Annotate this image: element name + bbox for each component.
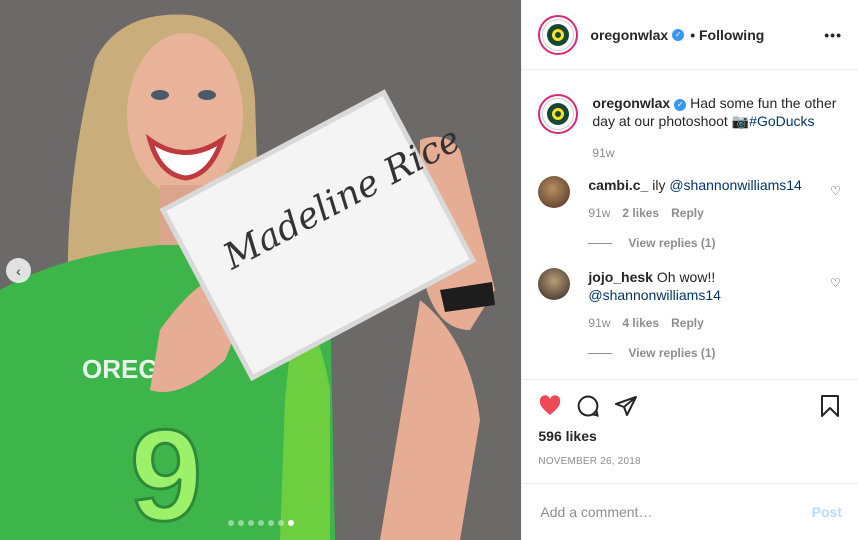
heart-filled-icon[interactable] <box>538 394 562 418</box>
carousel-indicator <box>0 520 521 526</box>
reply-button[interactable]: Reply <box>671 316 704 330</box>
comment-item: jojo_hesk Oh wow!! @shannonwilliams14 91… <box>538 268 842 332</box>
comment-text: Oh wow!! <box>656 269 716 285</box>
post-button[interactable]: Post <box>812 504 842 520</box>
header-username[interactable]: oregonwlax <box>590 27 668 43</box>
comment-item: cambi.c_ ily @shannonwilliams14 91w 2 lik… <box>538 176 842 222</box>
comment-input[interactable] <box>538 503 812 521</box>
comment-likes[interactable]: 2 likes <box>622 206 659 220</box>
share-icon[interactable] <box>614 394 638 418</box>
chevron-left-icon: ‹ <box>16 262 21 279</box>
reply-button[interactable]: Reply <box>671 206 704 220</box>
verified-badge-icon: ✓ <box>674 99 687 111</box>
caption: oregonwlax ✓ Had some fun the other day a… <box>538 94 842 162</box>
post-actions: 596 likes NOVEMBER 26, 2018 <box>522 379 858 483</box>
more-horizontal-icon[interactable]: ••• <box>824 27 842 43</box>
view-replies-button[interactable]: View replies (1) <box>588 346 842 360</box>
post-media[interactable]: OREGON 9 Madeline Rice ‹ <box>0 0 522 540</box>
comment-time[interactable]: 91w <box>588 316 610 330</box>
carousel-dot <box>278 520 284 526</box>
carousel-dot <box>238 520 244 526</box>
following-button[interactable]: • Following <box>690 27 764 43</box>
mention-link[interactable]: @shannonwilliams14 <box>669 177 802 193</box>
post-photo: OREGON 9 Madeline Rice <box>0 0 522 540</box>
carousel-dot <box>248 520 254 526</box>
carousel-dot <box>288 520 294 526</box>
post-sidebar: oregonwlax ✓ • Following ••• oregonwlax ✓… <box>521 0 858 540</box>
carousel-dot <box>258 520 264 526</box>
carousel-dot <box>228 520 234 526</box>
oregon-logo-icon <box>547 23 570 46</box>
comment-text: ily <box>652 177 666 193</box>
avatar[interactable] <box>538 14 579 55</box>
add-comment-bar: Post <box>522 483 858 540</box>
oregon-logo-icon <box>547 103 570 125</box>
mention-link[interactable]: @shannonwilliams14 <box>588 287 721 303</box>
comment-username[interactable]: cambi.c_ <box>588 177 648 193</box>
post: OREGON 9 Madeline Rice ‹ oregonwlax ✓ • … <box>0 0 858 540</box>
verified-badge-icon: ✓ <box>672 28 685 41</box>
likes-count[interactable]: 596 likes <box>538 428 842 444</box>
avatar[interactable] <box>538 268 571 300</box>
comment-icon[interactable] <box>576 394 600 418</box>
heart-outline-icon[interactable]: ♡ <box>830 184 842 222</box>
carousel-dot <box>268 520 274 526</box>
comments-list: oregonwlax ✓ Had some fun the other day a… <box>522 70 858 379</box>
bookmark-icon[interactable] <box>818 394 842 418</box>
comment-time[interactable]: 91w <box>588 206 610 220</box>
heart-outline-icon[interactable]: ♡ <box>830 276 842 332</box>
caption-avatar[interactable] <box>538 94 579 134</box>
comment-username[interactable]: jojo_hesk <box>588 269 653 285</box>
post-date[interactable]: NOVEMBER 26, 2018 <box>538 456 842 467</box>
comment-likes[interactable]: 4 likes <box>622 316 659 330</box>
caption-username[interactable]: oregonwlax <box>592 95 670 111</box>
hashtag-link[interactable]: #GoDucks <box>749 113 814 129</box>
view-replies-button[interactable]: View replies (1) <box>588 236 842 250</box>
carousel-prev-button[interactable]: ‹ <box>6 258 31 283</box>
avatar[interactable] <box>538 176 571 208</box>
caption-time[interactable]: 91w <box>592 146 614 160</box>
post-header: oregonwlax ✓ • Following ••• <box>522 0 858 70</box>
